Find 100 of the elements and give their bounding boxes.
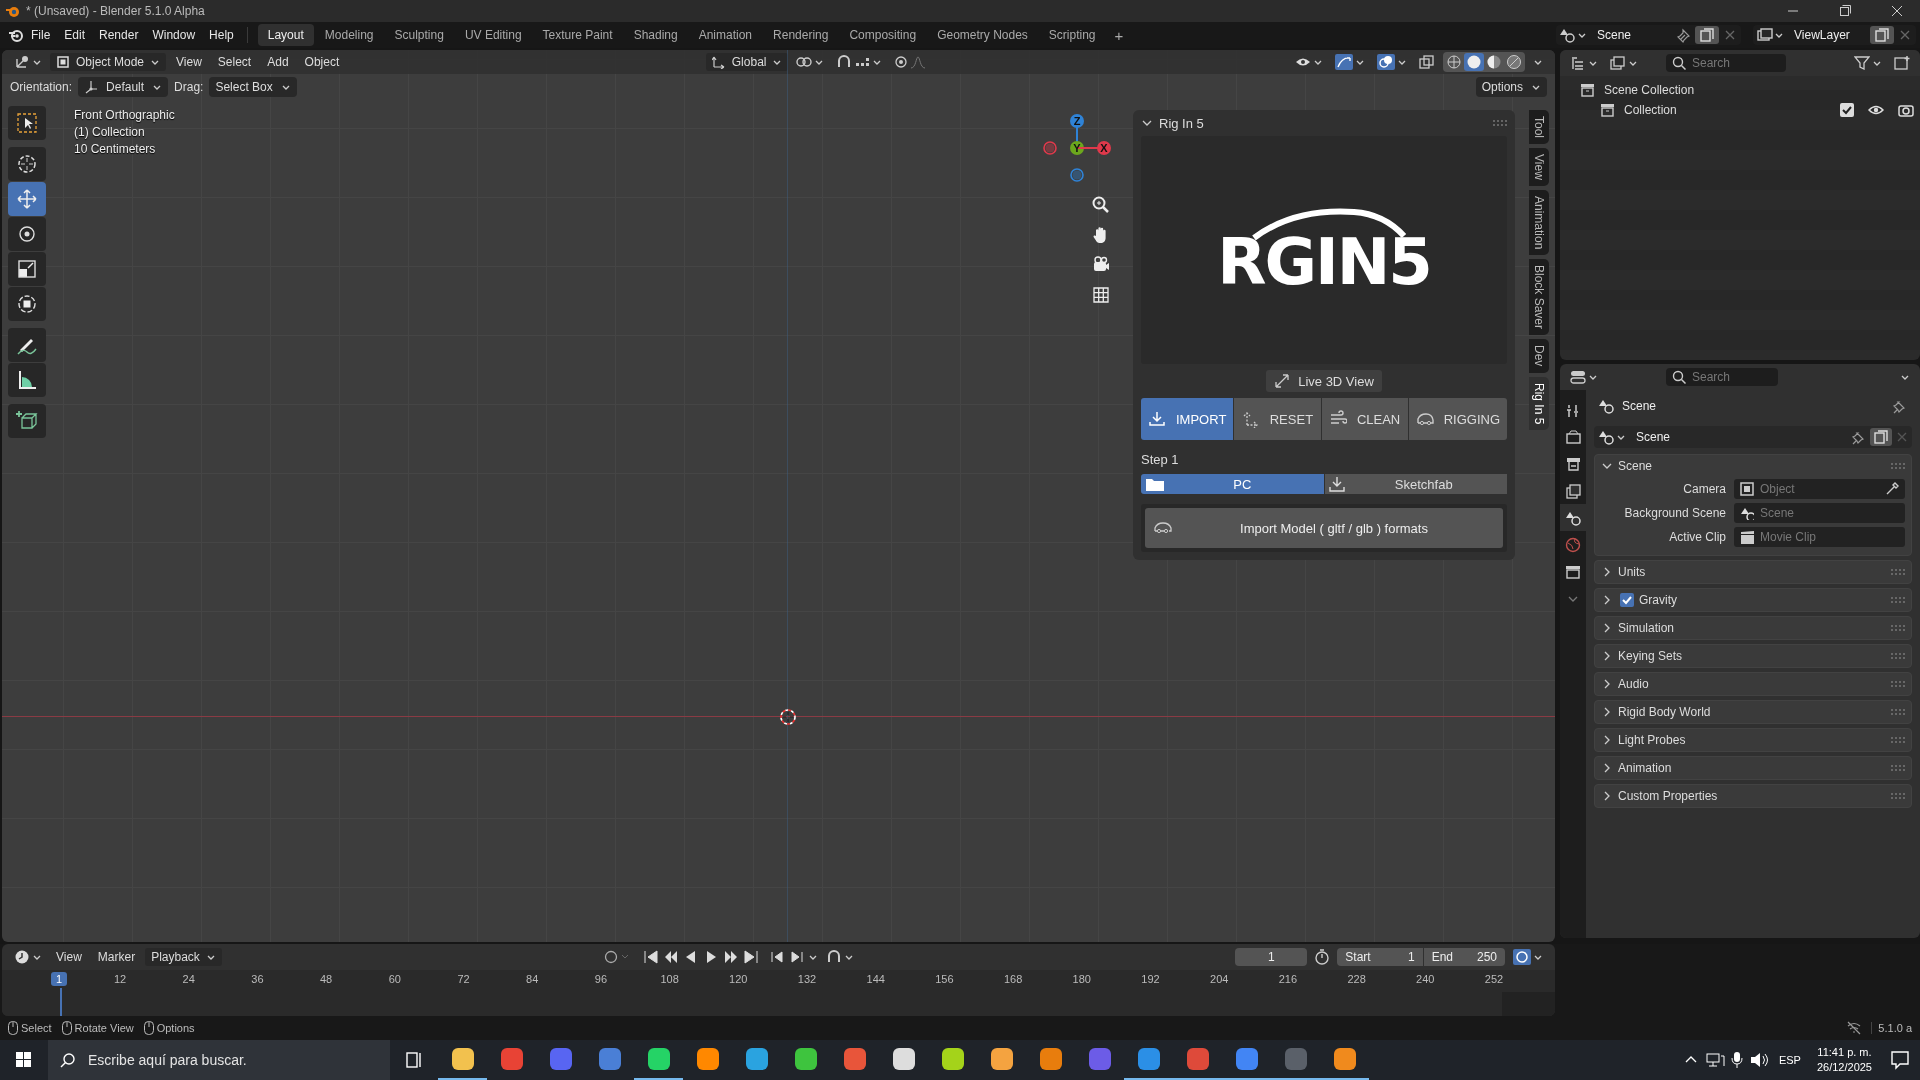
frame-number: 240: [1416, 973, 1435, 985]
workspace-tab[interactable]: Modeling: [314, 24, 384, 46]
menu-item[interactable]: Select: [211, 53, 258, 71]
workspace-tab[interactable]: Scripting: [1038, 24, 1106, 46]
section-header[interactable]: Animation: [1618, 761, 1672, 775]
mode-dropdown[interactable]: Object Mode: [50, 53, 167, 71]
workspace-tab[interactable]: Geometry Nodes: [927, 24, 1038, 46]
sidebar-tab[interactable]: Block Saver: [1529, 259, 1549, 336]
viewport-info-text: Front Orthographic: [74, 108, 175, 122]
tree-item[interactable]: Collection: [1624, 103, 1677, 117]
drag-dropdown[interactable]: Select Box: [209, 77, 297, 97]
current-frame-field[interactable]: 1: [1235, 948, 1308, 966]
search-field[interactable]: Search: [1666, 54, 1786, 72]
playback-dropdown[interactable]: Playback: [145, 948, 222, 966]
search-field[interactable]: Search: [1666, 368, 1778, 386]
menu-item[interactable]: Marker: [91, 948, 142, 966]
field-label: Background Scene: [1623, 506, 1726, 520]
field-label: Drag:: [174, 80, 204, 94]
workspace-tab[interactable]: Sculpting: [384, 24, 454, 46]
start-frame-field[interactable]: Start 1: [1337, 948, 1423, 966]
viewport-info-text: (1) Collection: [74, 125, 146, 139]
action-button[interactable]: RESET: [1234, 398, 1321, 440]
menu-item[interactable]: Add: [261, 53, 295, 71]
menu-item[interactable]: Edit: [57, 25, 93, 45]
frame-number: 96: [594, 973, 607, 985]
picker-field[interactable]: Object: [1734, 479, 1905, 499]
orientation-dropdown[interactable]: Default: [78, 77, 169, 97]
frame-number: 48: [319, 973, 333, 985]
frame-number: 132: [797, 973, 817, 985]
picker-field[interactable]: Movie Clip: [1734, 527, 1905, 547]
frame-number: 228: [1347, 973, 1366, 985]
menu-item[interactable]: Window: [145, 25, 203, 45]
action-button[interactable]: RIGGING: [1408, 398, 1507, 440]
menu-item[interactable]: View: [50, 948, 88, 966]
section-header[interactable]: Units: [1618, 565, 1646, 579]
menu-item[interactable]: Object: [298, 53, 346, 71]
add-workspace-button[interactable]: +: [1106, 26, 1132, 44]
text-input[interactable]: Movie Clip: [1760, 530, 1899, 544]
end-frame-field[interactable]: End 250: [1423, 948, 1505, 966]
source-tab[interactable]: PC: [1141, 474, 1324, 494]
playhead-marker[interactable]: 1: [51, 972, 68, 986]
menu-item[interactable]: View: [170, 53, 208, 71]
workspace-tab[interactable]: Compositing: [839, 24, 927, 46]
frame-number: 204: [1210, 973, 1229, 985]
timeline-ruler[interactable]: 1 12 24 36 48 60 72 84 96 108 120 132 144 156 168 180 192 204 216 228 240 252: [2, 970, 1555, 1016]
section-header[interactable]: Light Probes: [1618, 733, 1686, 747]
picker-field[interactable]: Scene: [1734, 503, 1905, 523]
options-dropdown[interactable]: Options: [1475, 77, 1547, 97]
workspace-tab[interactable]: Layout: [257, 24, 314, 46]
panel-title: Rig In 5: [1159, 115, 1204, 131]
text-input[interactable]: Scene: [1760, 506, 1899, 520]
transform-orientation-dropdown[interactable]: Global: [705, 53, 789, 71]
action-button[interactable]: CLEAN: [1321, 398, 1408, 440]
section-header[interactable]: Custom Properties: [1618, 789, 1718, 803]
menu-item[interactable]: Help: [202, 25, 241, 45]
status-hint: Rotate View: [74, 1022, 134, 1034]
workspace-tab[interactable]: Shading: [623, 24, 688, 46]
section-header[interactable]: Rigid Body World: [1618, 705, 1711, 719]
language-indicator[interactable]: ESP: [1770, 1054, 1809, 1066]
taskbar-search-field[interactable]: Escribe aquí para buscar.: [48, 1040, 390, 1080]
frame-number: 108: [660, 973, 679, 985]
frame-number: 180: [1072, 973, 1091, 985]
menu-item[interactable]: File: [24, 25, 58, 45]
field-label: Camera: [1682, 482, 1726, 496]
section-header[interactable]: Audio: [1618, 677, 1649, 691]
sidebar-tab[interactable]: View: [1529, 148, 1549, 186]
navigation-gizmo[interactable]: Z Y X: [1041, 110, 1113, 186]
source-tab[interactable]: Sketchfab: [1324, 474, 1507, 494]
tree-item[interactable]: Scene Collection: [1604, 83, 1695, 97]
sidebar-tab[interactable]: Dev: [1529, 339, 1549, 373]
section-header[interactable]: Gravity: [1639, 593, 1677, 607]
frame-number: 216: [1278, 973, 1298, 985]
axis-label: X: [1100, 142, 1108, 154]
workspace-tab[interactable]: Texture Paint: [532, 24, 623, 46]
axis-label: Z: [1073, 115, 1081, 127]
section-header[interactable]: Keying Sets: [1618, 649, 1683, 663]
section-header[interactable]: Scene: [1618, 459, 1653, 473]
workspace-tab[interactable]: Animation: [688, 24, 763, 46]
window-title: * (Unsaved) - Blender 5.1.0 Alpha: [26, 4, 205, 18]
action-button[interactable]: IMPORT: [1141, 398, 1234, 440]
frame-number: 60: [388, 973, 401, 985]
logo-text: RGIN5: [1217, 230, 1431, 294]
sidebar-tab[interactable]: Tool: [1529, 110, 1549, 144]
workspace-tab[interactable]: UV Editing: [454, 24, 532, 46]
version-text: 5.1.0 a: [1871, 1022, 1912, 1034]
clock[interactable]: 11:41 p. m. 26/12/2025: [1808, 1045, 1880, 1075]
frame-number: 12: [113, 973, 127, 985]
search-input[interactable]: Search: [1692, 56, 1772, 70]
live-view-button[interactable]: Live 3D View: [1266, 370, 1382, 392]
search-input[interactable]: Escribe aquí para buscar.: [88, 1052, 378, 1068]
menu-item[interactable]: Render: [92, 25, 146, 45]
sidebar-tab[interactable]: Rig In 5: [1529, 376, 1549, 430]
viewport-info-text: 10 Centimeters: [74, 142, 157, 156]
section-header[interactable]: Simulation: [1618, 621, 1675, 635]
sidebar-tab[interactable]: Animation: [1529, 189, 1549, 256]
workspace-tab[interactable]: Rendering: [763, 24, 839, 46]
import-model-button[interactable]: Import Model ( gltf / glb ) formats: [1145, 508, 1503, 548]
frame-number: 84: [526, 973, 539, 985]
text-input[interactable]: Object: [1760, 482, 1879, 496]
search-input[interactable]: Search: [1692, 370, 1772, 384]
